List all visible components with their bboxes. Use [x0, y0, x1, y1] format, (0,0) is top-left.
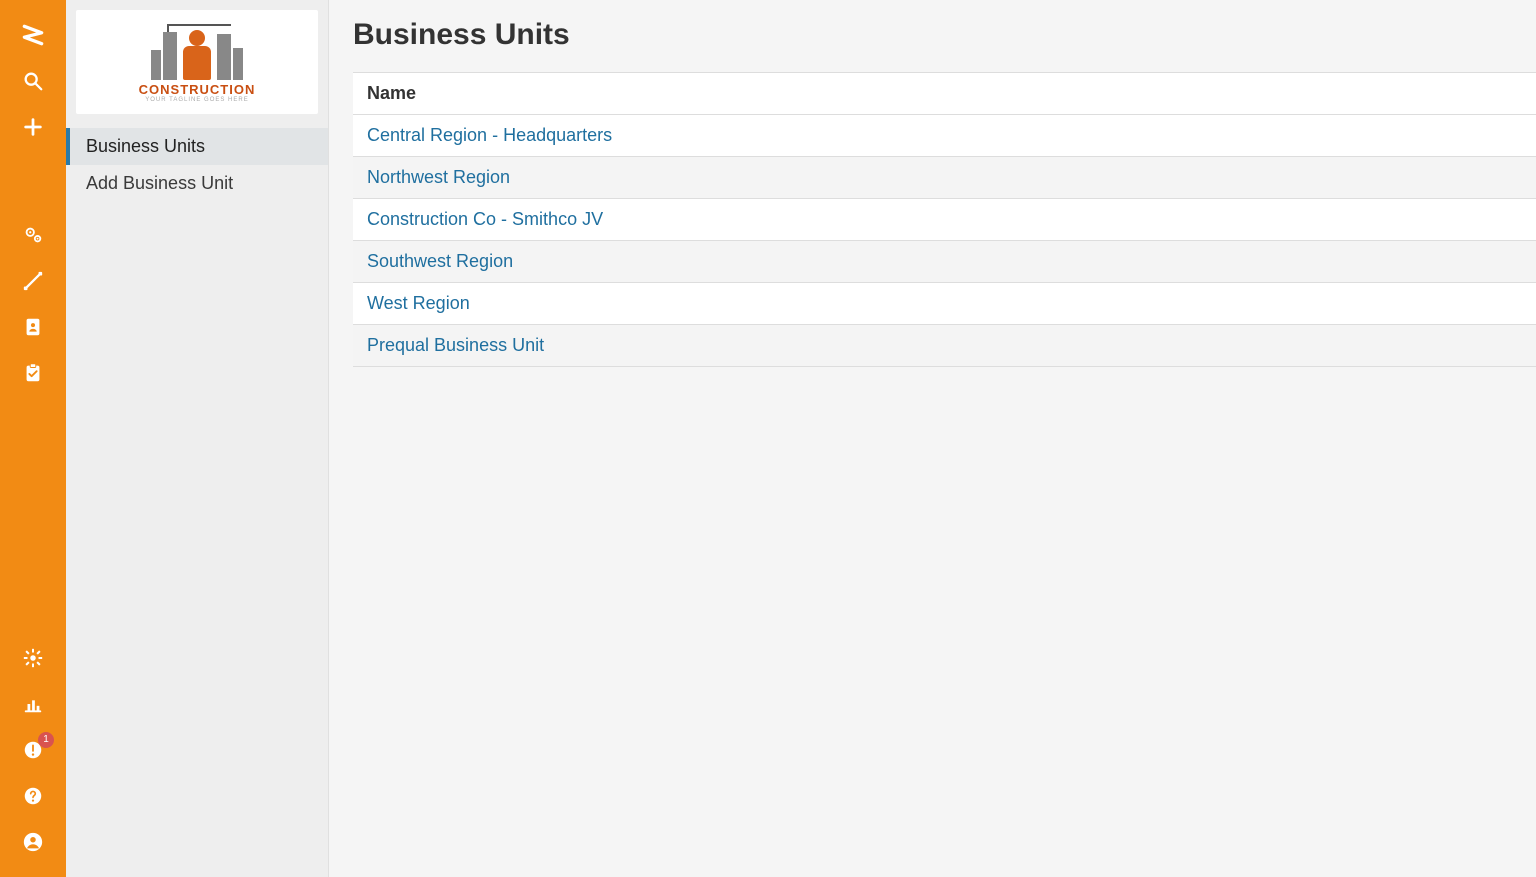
business-unit-link[interactable]: Prequal Business Unit [367, 335, 544, 355]
company-logo-subtitle: YOUR TAGLINE GOES HERE [137, 97, 257, 103]
rail-group-bottom: 1 [0, 635, 66, 865]
main-content: Business Units Name Central Region - Hea… [329, 0, 1536, 877]
page-title: Business Units [353, 18, 1536, 52]
notifications-badge: 1 [38, 732, 54, 748]
table-header-row: Name [353, 72, 1536, 115]
business-unit-link[interactable]: Northwest Region [367, 167, 510, 187]
business-unit-link[interactable]: Construction Co - Smithco JV [367, 209, 603, 229]
rail-group-middle [0, 212, 66, 396]
contacts-icon[interactable] [0, 304, 66, 350]
icon-rail: 1 [0, 0, 66, 877]
tools-icon[interactable] [0, 258, 66, 304]
settings-gears-icon[interactable] [0, 212, 66, 258]
notifications-icon[interactable]: 1 [0, 727, 66, 773]
company-logo-card[interactable]: CONSTRUCTION YOUR TAGLINE GOES HERE [76, 10, 318, 114]
sidebar-item-label: Business Units [86, 136, 205, 156]
help-icon[interactable] [0, 773, 66, 819]
sidebar-item-business-units[interactable]: Business Units [66, 128, 328, 165]
table-row: Prequal Business Unit [353, 325, 1536, 367]
business-unit-link[interactable]: West Region [367, 293, 470, 313]
business-units-table: Name Central Region - Headquarters North… [353, 72, 1536, 367]
account-icon[interactable] [0, 819, 66, 865]
search-icon[interactable] [0, 58, 66, 104]
sidebar-item-label: Add Business Unit [86, 173, 233, 193]
app-logo-icon[interactable] [0, 12, 66, 58]
app-root: 1 CONSTRUCTION YOUR TAGLINE GOES HERE [0, 0, 1536, 877]
analytics-icon[interactable] [0, 681, 66, 727]
clipboard-icon[interactable] [0, 350, 66, 396]
rail-group-top [0, 12, 66, 150]
sidebar-menu: Business Units Add Business Unit [66, 128, 328, 202]
business-unit-link[interactable]: Southwest Region [367, 251, 513, 271]
table-row: Central Region - Headquarters [353, 115, 1536, 157]
company-logo: CONSTRUCTION YOUR TAGLINE GOES HERE [137, 22, 257, 103]
add-icon[interactable] [0, 104, 66, 150]
company-logo-graphic [137, 22, 257, 80]
table-row: Construction Co - Smithco JV [353, 199, 1536, 241]
gear-icon[interactable] [0, 635, 66, 681]
table-row: West Region [353, 283, 1536, 325]
table-header-name: Name [367, 83, 416, 103]
sidebar-item-add-business-unit[interactable]: Add Business Unit [66, 165, 328, 202]
sidebar: CONSTRUCTION YOUR TAGLINE GOES HERE Busi… [66, 0, 329, 877]
business-unit-link[interactable]: Central Region - Headquarters [367, 125, 612, 145]
company-logo-title: CONSTRUCTION [137, 82, 257, 97]
table-row: Southwest Region [353, 241, 1536, 283]
table-row: Northwest Region [353, 157, 1536, 199]
